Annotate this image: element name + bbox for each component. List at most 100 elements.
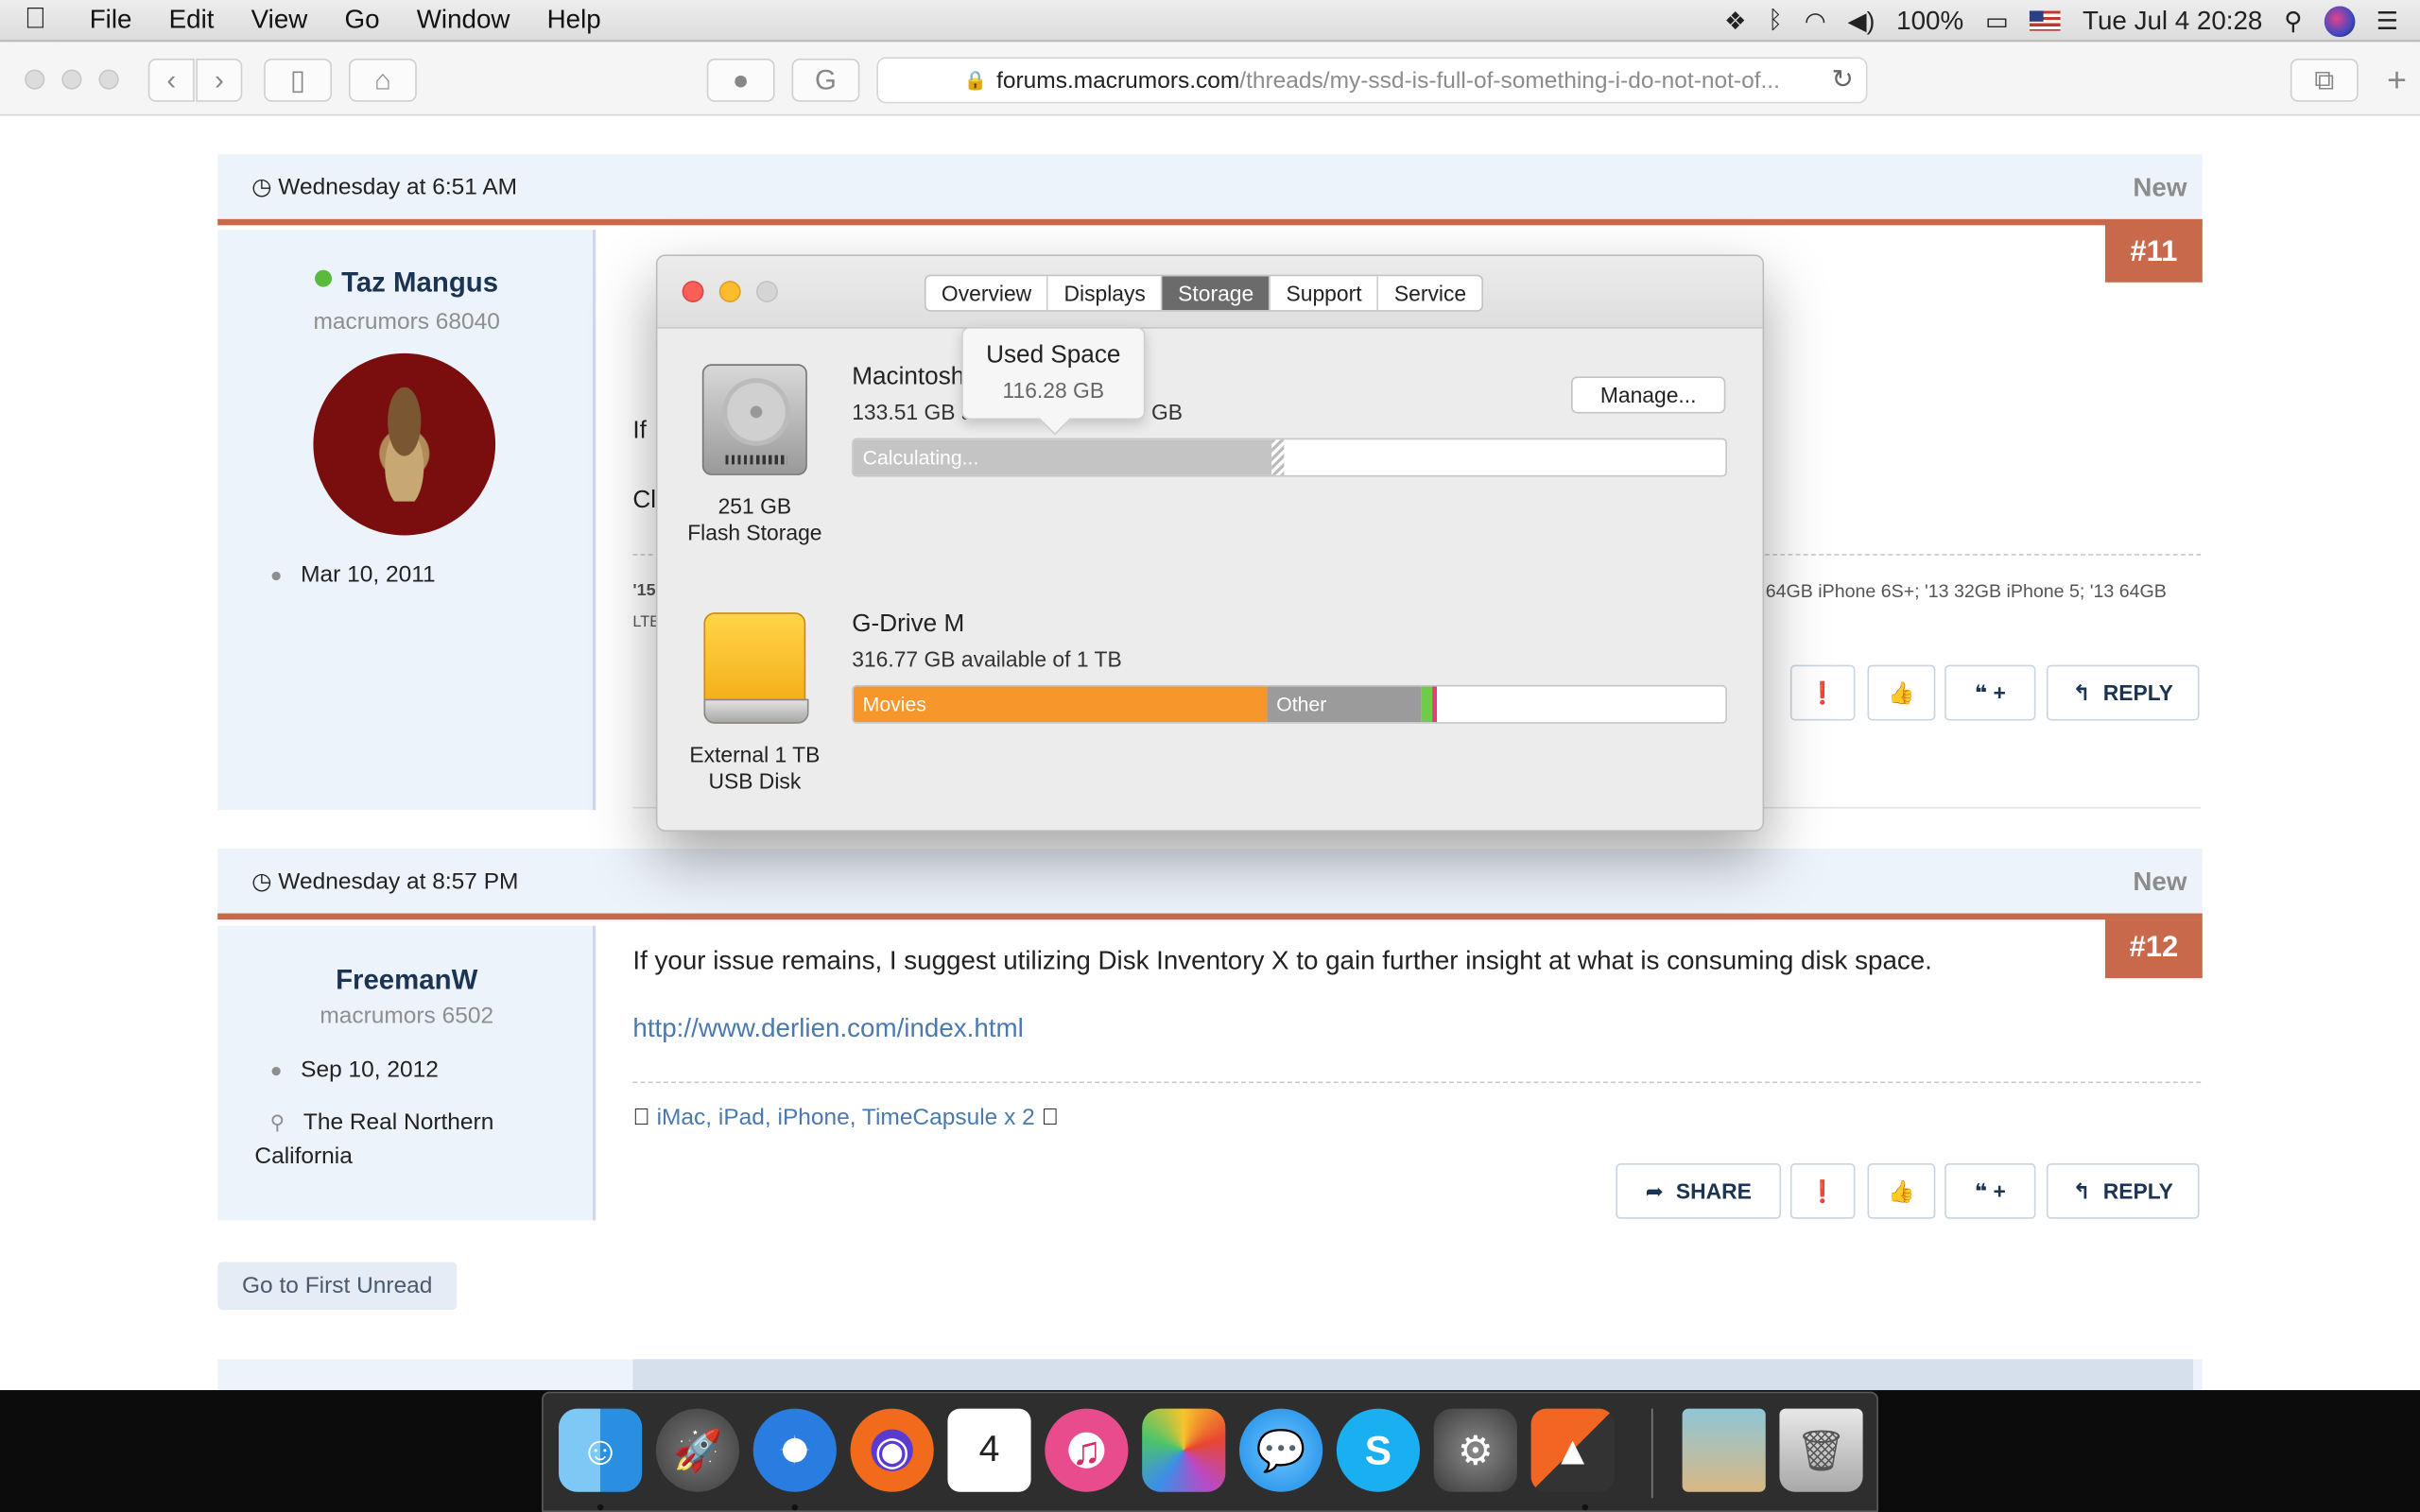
browser-toolbar: ‹ › ▯ ⌂ ● G 🔒 forums.macrumors.com/threa… [0, 42, 2420, 116]
disk-2-name: G-Drive M [852, 610, 965, 638]
post-11-number[interactable]: #11 [2104, 223, 2203, 283]
quote-plus-icon: ❝ + [1974, 1177, 2006, 1203]
post-11-like-button[interactable]: 👍 [1867, 664, 1936, 721]
photos-icon[interactable] [1142, 1408, 1226, 1492]
tab-overview[interactable]: Overview [926, 276, 1049, 311]
menu-view[interactable]: View [233, 5, 326, 36]
close-window-button[interactable] [25, 69, 45, 90]
sidebar-icon[interactable]: ▯ [264, 59, 333, 102]
thumbs-up-icon: 👍 [1888, 679, 1915, 705]
notification-center-icon[interactable]: ☰ [2377, 6, 2398, 37]
post-11-reply-button[interactable]: ↰ REPLY [2046, 664, 2200, 721]
reload-icon[interactable]: ↻ [1832, 65, 1854, 96]
apple-logo-icon:  [1042, 1105, 1059, 1131]
post-12-like-button[interactable]: 👍 [1867, 1163, 1936, 1219]
messages-icon[interactable]: 💬 [1239, 1408, 1323, 1492]
menu-go[interactable]: Go [326, 5, 398, 36]
dock-separator [1651, 1408, 1653, 1499]
dock: ☺ 🚀 ✦ ◉ 4 ♫ 💬 S ⚙ ▲ 🗑 [542, 1391, 1878, 1512]
zoom-window-button-disabled [755, 281, 778, 302]
disk-2-type: USB Disk [708, 768, 802, 794]
home-icon[interactable]: ⌂ [348, 59, 417, 102]
disk-2-info: 316.77 GB available of 1 TB [852, 646, 1122, 672]
post-11-report-button[interactable]: ❗ [1789, 664, 1856, 721]
disk-2-segment-movies[interactable]: Movies [853, 686, 1268, 723]
calendar-icon[interactable]: 4 [947, 1408, 1031, 1492]
downloads-stack-icon[interactable] [1682, 1408, 1766, 1492]
lock-icon: 🔒 [963, 69, 988, 92]
post-11-username[interactable]: Taz Mangus [341, 266, 498, 298]
bluetooth-icon[interactable]: ᛒ [1768, 7, 1783, 34]
status-area: ❖ ᛒ ◠ ◀) 100% ▭ Tue Jul 4 20:28 ⚲ ☰ [1724, 0, 2420, 42]
itunes-icon[interactable]: ♫ [1045, 1408, 1129, 1492]
clock[interactable]: Tue Jul 4 20:28 [2083, 6, 2262, 37]
tab-service[interactable]: Service [1379, 276, 1482, 310]
menu-window[interactable]: Window [398, 5, 528, 36]
post-12-link[interactable]: http://www.derlien.com/index.html [632, 1014, 1023, 1045]
forward-icon[interactable]: › [196, 59, 243, 102]
app-triangle-icon[interactable]: ▲ [1530, 1408, 1615, 1492]
disk-1-calculating: Calculating... [862, 445, 979, 470]
wifi-icon[interactable]: ◠ [1805, 6, 1826, 37]
launchpad-icon[interactable]: 🚀 [655, 1408, 740, 1492]
minimize-window-button[interactable] [61, 69, 82, 90]
post-11-multiquote-button[interactable]: ❝ + [1945, 664, 2036, 721]
editor-toolbar[interactable] [632, 1359, 2193, 1391]
us-flag-input-icon[interactable] [2030, 10, 2062, 31]
menu-help[interactable]: Help [528, 5, 619, 36]
menu-bar:  Finder File Edit View Go Window Help ❖… [0, 0, 2420, 79]
disk-2-segment-misc-3[interactable] [1432, 686, 1437, 723]
post-12-location: The Real Northern California [254, 1108, 494, 1170]
disk-2-storage-bar[interactable]: Movies Other [852, 684, 1727, 724]
firefox-icon[interactable]: ◉ [850, 1408, 934, 1492]
post-12-report-button[interactable]: ❗ [1789, 1163, 1856, 1219]
battery-percent[interactable]: 100% [1896, 6, 1963, 37]
siri-icon[interactable] [2324, 5, 2355, 37]
grammarly-icon[interactable]: G [791, 59, 860, 102]
spotlight-search-icon[interactable]: ⚲ [2284, 6, 2302, 37]
finder-icon[interactable]: ☺ [559, 1408, 643, 1492]
disk-1-used-segment[interactable]: Calculating... [853, 439, 1272, 475]
dropbox-icon[interactable]: ❖ [1724, 6, 1746, 37]
share-icon: ➦ [1645, 1177, 1664, 1203]
post-12-date[interactable]: Wednesday at 8:57 PM [278, 868, 518, 895]
safari-icon[interactable]: ✦ [752, 1408, 837, 1492]
new-tab-icon[interactable]: + [2374, 59, 2420, 102]
post-12-reply-button[interactable]: ↰ REPLY [2046, 1163, 2200, 1219]
minimize-window-button[interactable] [718, 281, 741, 302]
close-window-button[interactable] [682, 281, 704, 302]
menu-edit[interactable]: Edit [150, 5, 233, 36]
tabs-overview-icon[interactable]: ⧉ [2290, 59, 2359, 102]
privacy-badger-icon[interactable]: ● [706, 59, 775, 102]
safari-running-dot [791, 1503, 799, 1511]
used-space-tooltip: Used Space 116.28 GB [961, 327, 1146, 421]
post-12-share-button[interactable]: ➦ SHARE [1616, 1163, 1782, 1219]
tab-storage[interactable]: Storage [1162, 276, 1271, 311]
skype-icon[interactable]: S [1336, 1408, 1421, 1492]
disk-2-segment-other[interactable]: Other [1267, 686, 1422, 723]
post-12-number[interactable]: #12 [2104, 919, 2203, 979]
location-pin-icon: ⚲ [269, 1110, 285, 1134]
post-12-multiquote-button[interactable]: ❝ + [1945, 1163, 2036, 1219]
post-12-username[interactable]: FreemanW [217, 964, 596, 996]
disk-1-type: Flash Storage [687, 520, 822, 545]
user-icon: ● [269, 562, 283, 587]
trash-icon[interactable]: 🗑 [1779, 1408, 1863, 1492]
system-preferences-icon[interactable]: ⚙ [1433, 1408, 1517, 1492]
tab-support[interactable]: Support [1270, 276, 1379, 311]
screen:  Finder File Edit View Go Window Help ❖… [0, 0, 2420, 1512]
post-11-user-title: macrumors 68040 [313, 308, 500, 335]
manage-button[interactable]: Manage... [1571, 376, 1726, 414]
zoom-window-button[interactable] [98, 69, 119, 90]
disk-1-storage-bar[interactable]: Calculating... [852, 438, 1727, 477]
disk-2-segment-misc-2[interactable] [1421, 686, 1433, 723]
battery-icon[interactable]: ▭ [1985, 6, 2009, 37]
back-icon[interactable]: ‹ [147, 59, 195, 102]
post-11-date[interactable]: Wednesday at 6:51 AM [278, 174, 517, 200]
address-bar[interactable]: 🔒 forums.macrumors.com/threads/my-ssd-is… [876, 57, 1868, 104]
volume-icon[interactable]: ◀) [1847, 6, 1875, 37]
post-11-avatar[interactable] [313, 352, 496, 536]
post-12-user-column: FreemanW macrumors 6502 ● Sep 10, 2012 ⚲ T… [217, 925, 596, 1221]
tab-displays[interactable]: Displays [1048, 276, 1163, 311]
go-to-first-unread-button[interactable]: Go to First Unread [217, 1262, 458, 1311]
